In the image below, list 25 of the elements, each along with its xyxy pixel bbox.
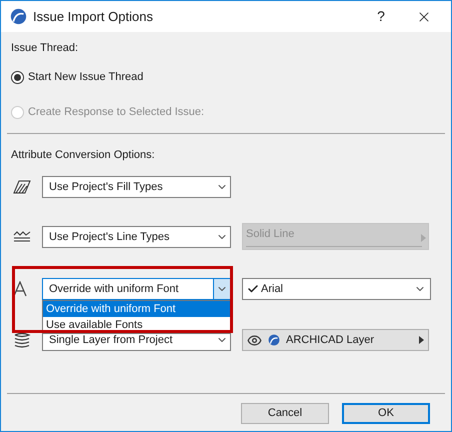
- line-types-icon: [13, 231, 31, 243]
- layers-icon: [13, 332, 31, 348]
- hatch-icon: [13, 180, 31, 194]
- radio-label: Start New Issue Thread: [28, 70, 144, 85]
- check-icon: [247, 283, 259, 295]
- app-logo-icon: [268, 334, 280, 346]
- section-label: Attribute Conversion Options:: [11, 148, 156, 163]
- dialog-button[interactable]: OK: [342, 403, 430, 424]
- menu-item[interactable]: Override with uniform Font: [43, 301, 230, 317]
- conversion-select[interactable]: Override with uniform Font: [42, 278, 231, 300]
- font-select[interactable]: Arial: [242, 278, 431, 300]
- radio-button[interactable]: [11, 70, 24, 84]
- conversion-select[interactable]: Use Project's Fill Types: [42, 176, 231, 198]
- app-logo-icon: [10, 8, 27, 25]
- layer-select[interactable]: ARCHICAD Layer: [242, 329, 429, 351]
- window-title: Issue Import Options: [33, 8, 153, 26]
- help-button[interactable]: ?: [361, 1, 401, 32]
- radio-label: Create Response to Selected Issue:: [28, 104, 204, 120]
- eye-icon: [247, 332, 262, 348]
- font-icon: [13, 281, 27, 297]
- section-label: Issue Thread:: [11, 41, 80, 56]
- caret-icon: [421, 234, 426, 242]
- conversion-select[interactable]: Use Project's Line Types: [42, 226, 231, 248]
- dialog-button[interactable]: Cancel: [241, 403, 329, 424]
- caret-icon: [419, 336, 424, 344]
